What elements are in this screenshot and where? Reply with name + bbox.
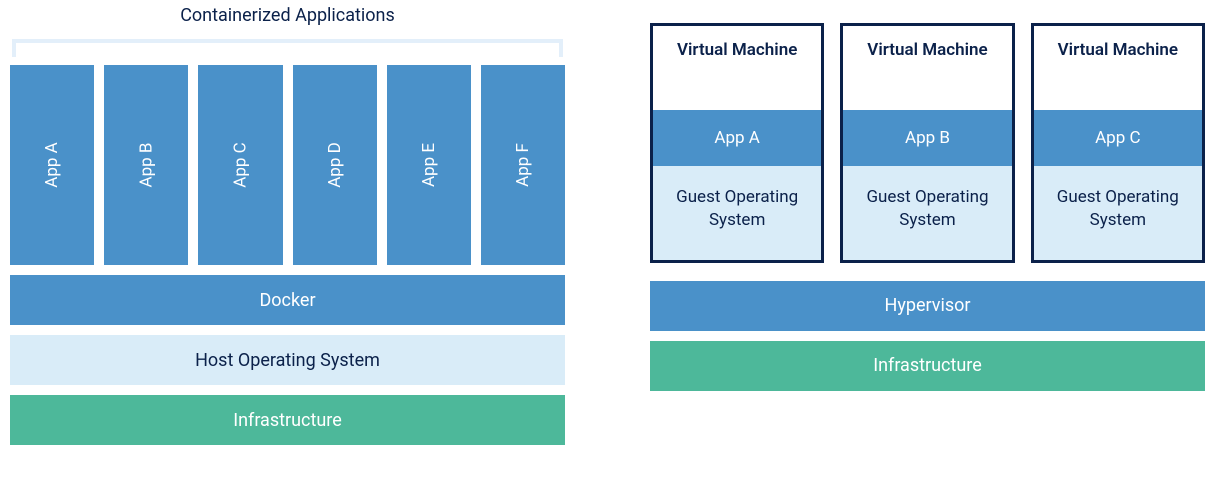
app-label: App A bbox=[42, 142, 62, 188]
vm-box-c: Virtual Machine App C Guest Operating Sy… bbox=[1031, 23, 1205, 263]
app-label: App F bbox=[513, 143, 533, 187]
container-stack: Containerized Applications App A App B A… bbox=[10, 5, 565, 445]
architecture-diagram: Containerized Applications App A App B A… bbox=[0, 0, 1225, 450]
vm-title: Virtual Machine bbox=[653, 26, 821, 110]
container-title: Containerized Applications bbox=[10, 5, 565, 33]
vm-title: Virtual Machine bbox=[843, 26, 1011, 110]
app-label: App E bbox=[419, 143, 439, 187]
app-box-c: App C bbox=[198, 65, 282, 265]
vm-guest-os: Guest Operating System bbox=[1034, 166, 1202, 260]
vm-stack: Virtual Machine App A Guest Operating Sy… bbox=[650, 5, 1205, 445]
vm-guest-os: Guest Operating System bbox=[843, 166, 1011, 260]
host-os-layer: Host Operating System bbox=[10, 335, 565, 385]
app-box-b: App B bbox=[104, 65, 188, 265]
app-box-d: App D bbox=[293, 65, 377, 265]
vm-app: App C bbox=[1034, 110, 1202, 166]
docker-layer: Docker bbox=[10, 275, 565, 325]
app-box-a: App A bbox=[10, 65, 94, 265]
container-apps-row: App A App B App C App D App E App F bbox=[10, 65, 565, 265]
vm-app: App A bbox=[653, 110, 821, 166]
infra-layer-right: Infrastructure bbox=[650, 341, 1205, 391]
vm-app: App B bbox=[843, 110, 1011, 166]
app-label: App C bbox=[230, 142, 250, 187]
vms-row: Virtual Machine App A Guest Operating Sy… bbox=[650, 23, 1205, 263]
vm-box-a: Virtual Machine App A Guest Operating Sy… bbox=[650, 23, 824, 263]
hypervisor-layer: Hypervisor bbox=[650, 281, 1205, 331]
app-label: App B bbox=[136, 143, 156, 188]
vm-box-b: Virtual Machine App B Guest Operating Sy… bbox=[840, 23, 1014, 263]
app-box-e: App E bbox=[387, 65, 471, 265]
vm-title: Virtual Machine bbox=[1034, 26, 1202, 110]
app-label: App D bbox=[325, 142, 345, 188]
bracket-icon bbox=[12, 39, 563, 57]
infra-layer-left: Infrastructure bbox=[10, 395, 565, 445]
vm-guest-os: Guest Operating System bbox=[653, 166, 821, 260]
spacer bbox=[650, 5, 1205, 23]
app-box-f: App F bbox=[481, 65, 565, 265]
